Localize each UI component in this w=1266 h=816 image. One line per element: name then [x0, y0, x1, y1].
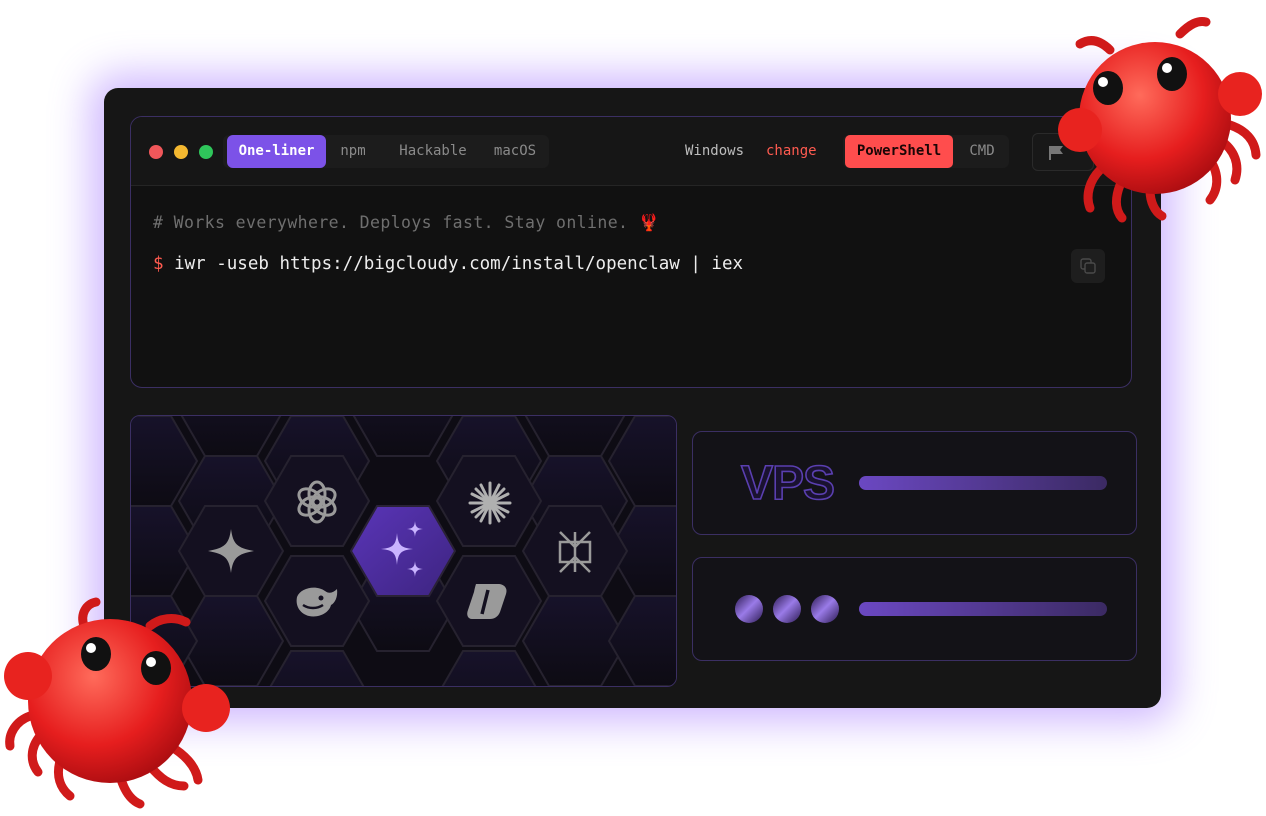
copilot-icon — [467, 584, 507, 619]
deepseek-icon — [296, 587, 338, 617]
status-dot — [811, 595, 839, 623]
minimize-dot[interactable] — [174, 145, 188, 159]
install-command: iwr -useb https://bigcloudy.com/install/… — [174, 254, 744, 274]
shell-tabs: PowerShell CMD — [843, 135, 1009, 168]
install-method-tabs: One-liner npm Hackable macOS — [223, 135, 549, 168]
vps-label: VPS — [740, 456, 836, 511]
progress-bar — [859, 602, 1107, 616]
tab-macos[interactable]: macOS — [485, 135, 545, 168]
close-dot[interactable] — [149, 145, 163, 159]
tab-one-liner[interactable]: One-liner — [227, 135, 326, 168]
status-dot — [773, 595, 801, 623]
maximize-dot[interactable] — [199, 145, 213, 159]
sparkle-icon — [381, 521, 423, 577]
change-os-link[interactable]: change — [766, 135, 817, 168]
terminal-toolbar: One-liner npm Hackable macOS Windows cha… — [131, 117, 1131, 186]
vps-progress-bar — [859, 476, 1107, 490]
claude-icon — [468, 481, 512, 525]
tab-powershell[interactable]: PowerShell — [845, 135, 953, 168]
vps-card[interactable]: VPS — [692, 431, 1137, 535]
tab-cmd[interactable]: CMD — [961, 135, 1003, 168]
os-label: Windows — [685, 143, 745, 159]
crab-mascot — [4, 597, 230, 809]
terminal-panel: One-liner npm Hackable macOS Windows cha… — [130, 116, 1132, 388]
gemini-icon — [208, 529, 254, 573]
tab-npm[interactable]: npm — [333, 135, 373, 168]
dots-card[interactable] — [692, 557, 1137, 661]
terminal-comment: # Works everywhere. Deploys fast. Stay o… — [153, 213, 660, 232]
perplexity-icon — [558, 531, 592, 573]
status-dot — [735, 595, 763, 623]
crab-mascot — [1058, 17, 1262, 223]
prompt-symbol: $ — [153, 254, 164, 274]
copy-button[interactable] — [1071, 249, 1105, 283]
tab-hackable[interactable]: Hackable — [385, 135, 481, 168]
install-command-line[interactable]: $ iwr -useb https://bigcloudy.com/instal… — [153, 254, 743, 274]
openai-icon — [297, 480, 337, 524]
copy-icon — [1080, 258, 1096, 274]
